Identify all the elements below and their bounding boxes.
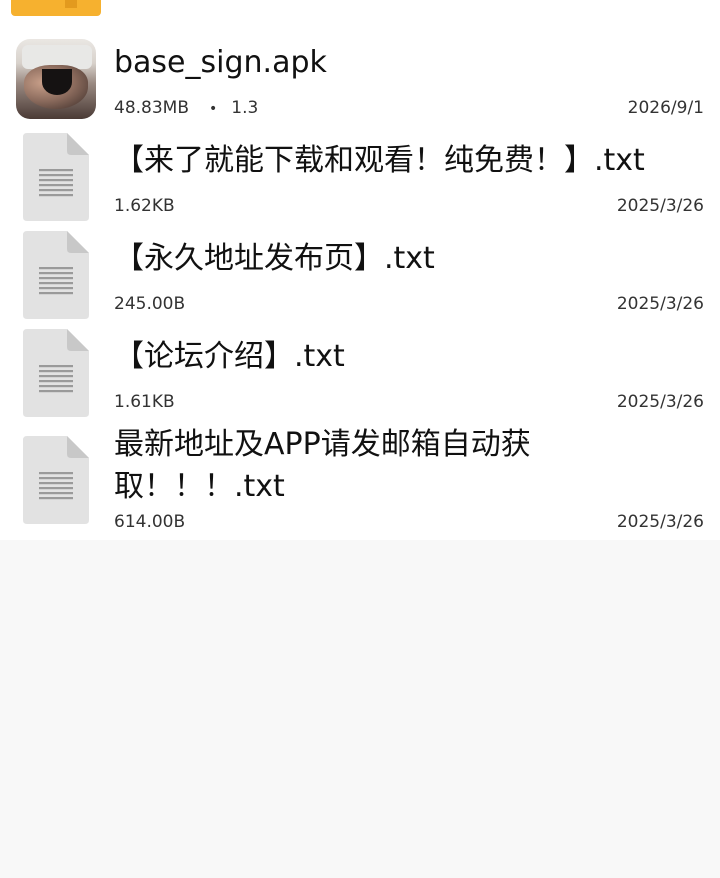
file-manager-screen: base_sign.apk 48.83MB • 1.3 2026/9/1 【来了就能… [0,0,720,878]
file-name: 最新地址及APP请发邮箱自动获取！！！.txt [114,427,531,504]
list-item[interactable]: base_sign.apk 48.83MB • 1.3 2026/9/1 [0,30,720,128]
file-size: 1.62KB [114,196,175,216]
file-date: 2025/3/26 [616,196,704,216]
file-list: base_sign.apk 48.83MB • 1.3 2026/9/1 【来了就能… [0,0,720,540]
text-file-icon [23,329,89,417]
file-size: 1.61KB [114,392,175,412]
list-item[interactable]: 最新地址及APP请发邮箱自动获取！！！.txt 614.00B 2025/3/2… [0,422,720,540]
file-date: 2025/3/26 [616,512,704,532]
list-item[interactable]: 【永久地址发布页】.txt 245.00B 2025/3/26 [0,226,720,324]
file-name: 【论坛介绍】.txt [114,339,345,374]
file-name: 【来了就能下载和观看！纯免费！】.txt [114,143,645,178]
text-file-icon [23,133,89,221]
separator-dot: • [209,101,218,117]
text-file-icon [23,231,89,319]
file-date: 2026/9/1 [627,98,704,118]
app-thumbnail-icon [16,39,96,119]
folder-icon[interactable] [11,0,101,16]
list-item[interactable]: 【来了就能下载和观看！纯免费！】.txt 1.62KB 2025/3/26 [0,128,720,226]
file-date: 2025/3/26 [616,294,704,314]
list-item[interactable]: 【论坛介绍】.txt 1.61KB 2025/3/26 [0,324,720,422]
file-date: 2025/3/26 [616,392,704,412]
file-size: 614.00B [114,512,186,532]
file-size: 48.83MB [114,98,189,118]
file-name: 【永久地址发布页】.txt [114,241,435,276]
file-version: 1.3 [231,98,259,118]
file-size: 245.00B [114,294,186,314]
text-file-icon [23,436,89,524]
file-name: base_sign.apk [114,45,327,80]
file-meta: 48.83MB • 1.3 [114,97,258,120]
